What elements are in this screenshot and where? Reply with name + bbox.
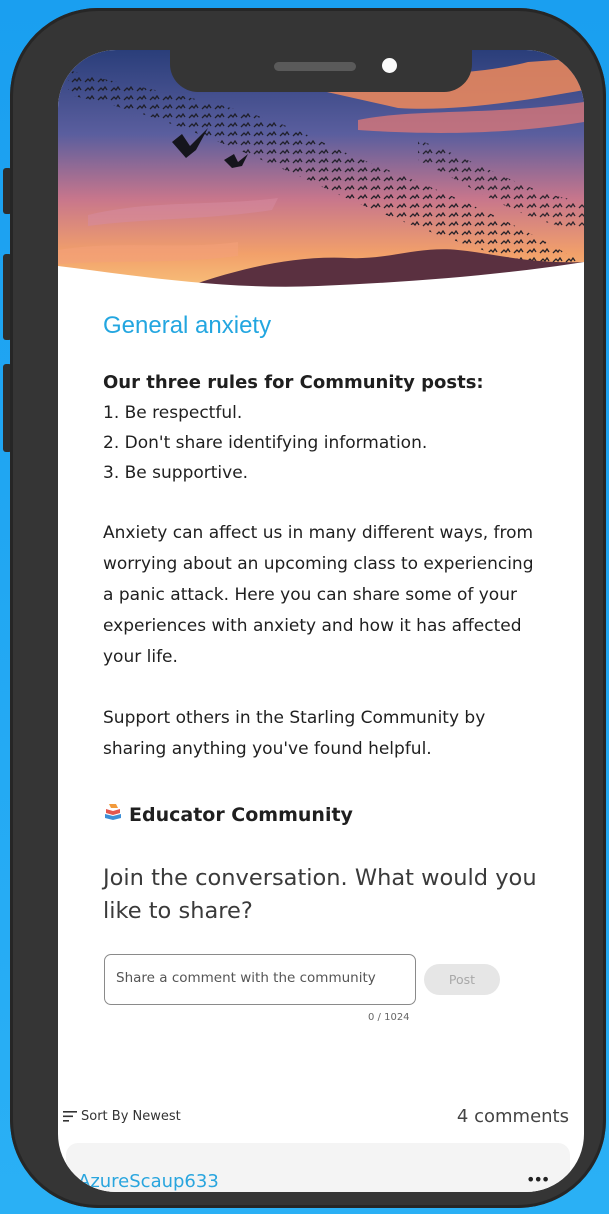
camera-dot <box>382 58 397 73</box>
comment-username[interactable]: AzureScaup633 <box>78 1171 219 1192</box>
rule-item: 1. Be respectful. <box>103 403 243 423</box>
community-label: Educator Community <box>129 803 353 826</box>
post-button[interactable]: Post <box>424 964 500 995</box>
support-text: Support others in the Starling Community… <box>103 708 486 759</box>
sort-label: Sort By Newest <box>81 1109 181 1124</box>
sort-icon <box>63 1111 77 1122</box>
more-options-icon[interactable]: ••• <box>526 1170 550 1189</box>
character-counter: 0 / 1024 <box>368 1012 410 1023</box>
comments-toolbar: Sort By Newest 4 comments <box>63 1106 569 1127</box>
comment-input[interactable]: Share a comment with the community <box>104 954 416 1005</box>
topic-description: Anxiety can affect us in many different … <box>103 523 534 667</box>
comment-count: 4 comments <box>456 1106 569 1127</box>
speaker-grille <box>274 62 356 71</box>
rule-item: 2. Don't share identifying information. <box>103 433 428 453</box>
topic-content: General anxiety Our three rules for Comm… <box>103 312 543 928</box>
phone-frame: General anxiety Our three rules for Comm… <box>10 8 606 1208</box>
rule-item: 3. Be supportive. <box>103 463 249 483</box>
phone-notch <box>170 50 472 92</box>
app-screen: General anxiety Our three rules for Comm… <box>58 50 584 1192</box>
rules-heading: Our three rules for Community posts: <box>103 372 484 393</box>
composer-prompt: Join the conversation. What would you li… <box>103 865 537 924</box>
page-title: General anxiety <box>103 312 272 339</box>
sort-dropdown[interactable]: Sort By Newest <box>63 1109 181 1124</box>
book-stack-icon <box>103 803 123 826</box>
comment-card: AzureScaup633 ••• <box>66 1143 570 1192</box>
community-tag: Educator Community <box>103 803 543 826</box>
